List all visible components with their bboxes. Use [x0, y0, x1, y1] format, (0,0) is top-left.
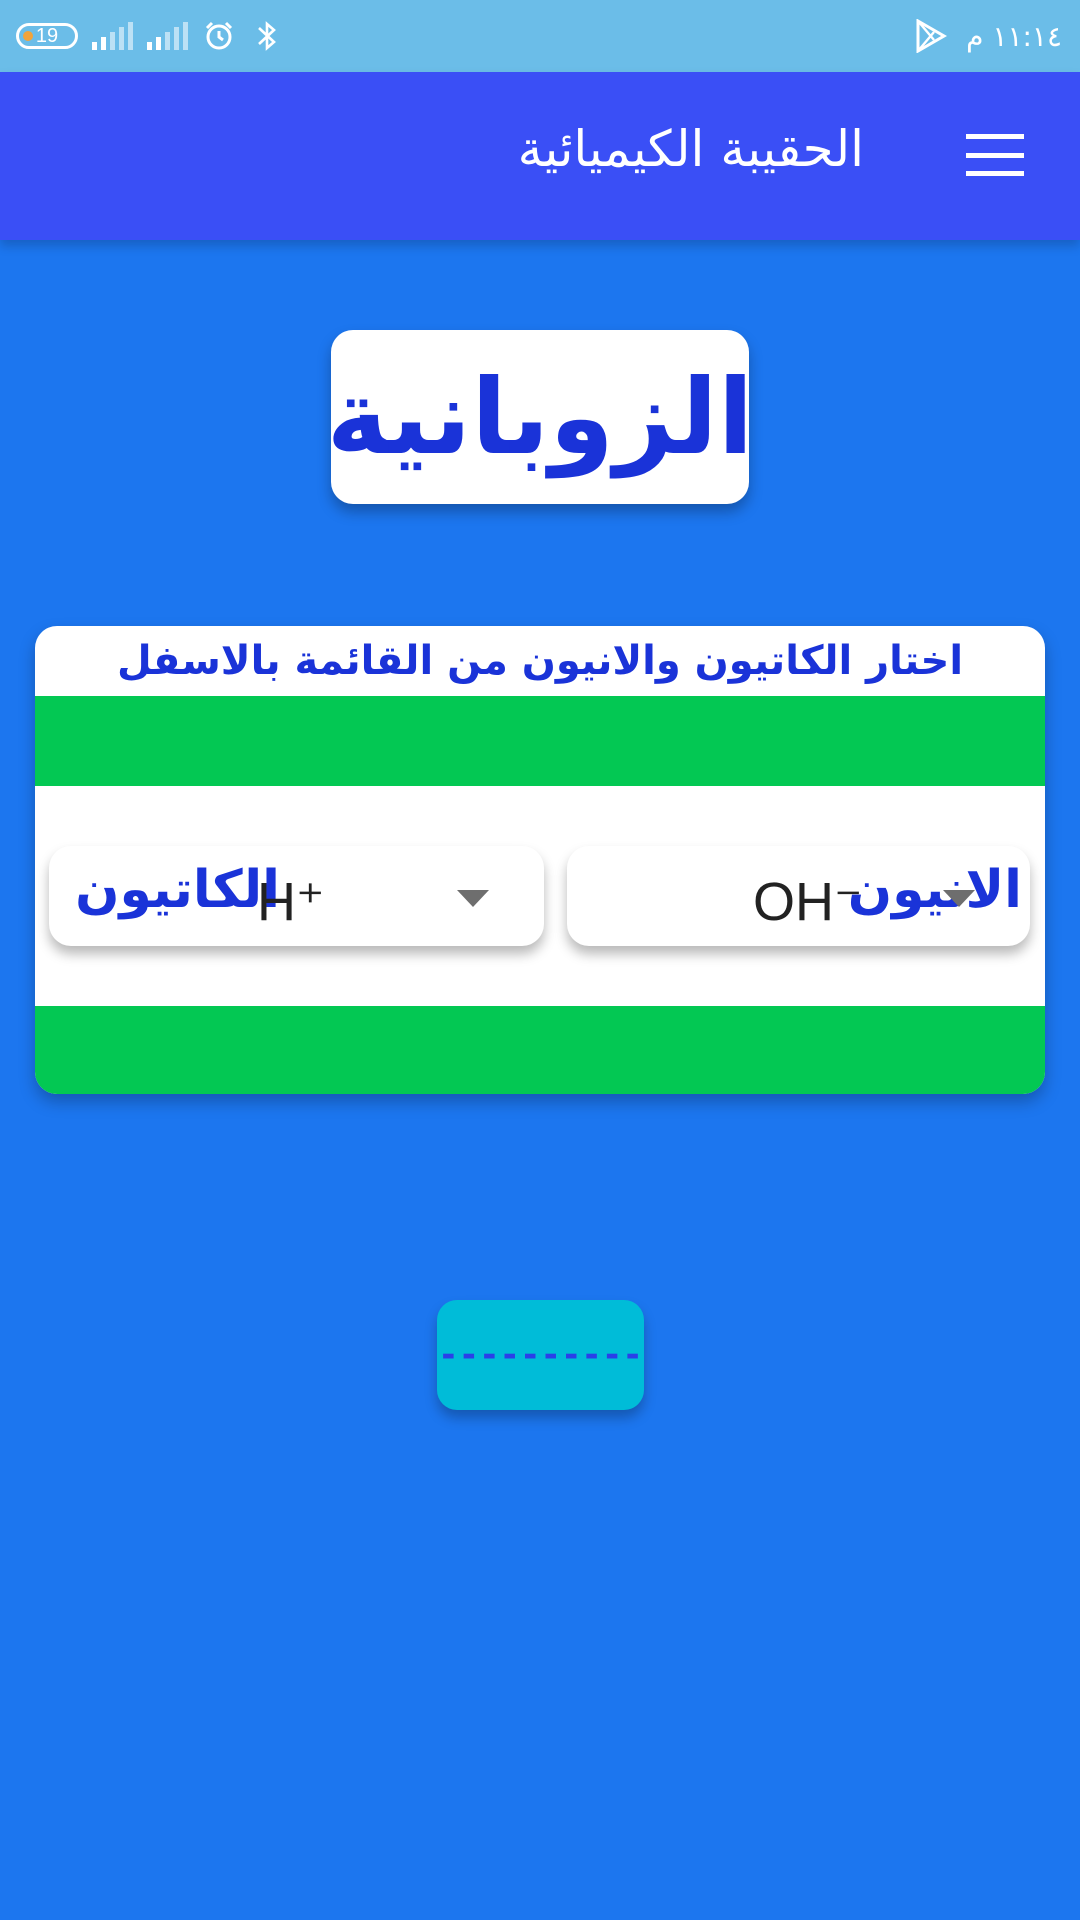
alarm-icon — [202, 19, 236, 53]
status-time: ١١:١٤ م — [966, 19, 1062, 53]
chevron-down-icon[interactable] — [457, 890, 489, 907]
signal-icon — [147, 22, 188, 50]
cation-dropdown[interactable]: الكاتيون H⁺ — [49, 846, 544, 946]
status-right-group: ١١:١٤ م — [914, 0, 1062, 72]
signal-icon — [92, 22, 133, 50]
chevron-down-icon[interactable] — [943, 890, 975, 907]
page-title: الزوبانية — [326, 356, 754, 478]
status-bar: 19 ١١:١٤ م — [0, 0, 1080, 72]
battery-charge-dot — [23, 31, 33, 41]
app-bar: الحقيبة الكيميائية — [0, 72, 1080, 240]
header-card: الزوبانية — [327, 330, 753, 504]
instruction-text: اختار الكاتيون والانيون من القائمة بالاس… — [116, 638, 964, 684]
anion-label: الانيون — [847, 860, 1022, 920]
app-title: الحقيبة الكيميائية — [517, 120, 864, 178]
result-button-label: ---------- — [438, 1335, 643, 1375]
green-divider-top — [35, 696, 1045, 786]
selector-card: اختار الكاتيون والانيون من القائمة بالاس… — [35, 626, 1045, 1094]
cation-selected-value: H⁺ — [257, 872, 325, 932]
hamburger-menu-icon[interactable] — [966, 130, 1024, 180]
green-divider-bottom — [35, 1006, 1045, 1094]
cation-label: الكاتيون — [75, 860, 280, 920]
play-store-icon — [914, 19, 948, 53]
status-left-group: 19 — [16, 0, 284, 72]
anion-selected-value: OH⁻ — [753, 872, 863, 932]
bluetooth-icon — [250, 19, 284, 53]
battery-level: 19 — [35, 24, 59, 47]
anion-dropdown[interactable]: الانيون OH⁻ — [567, 846, 1030, 946]
result-button[interactable]: ---------- — [437, 1300, 644, 1410]
battery-icon: 19 — [16, 23, 78, 49]
